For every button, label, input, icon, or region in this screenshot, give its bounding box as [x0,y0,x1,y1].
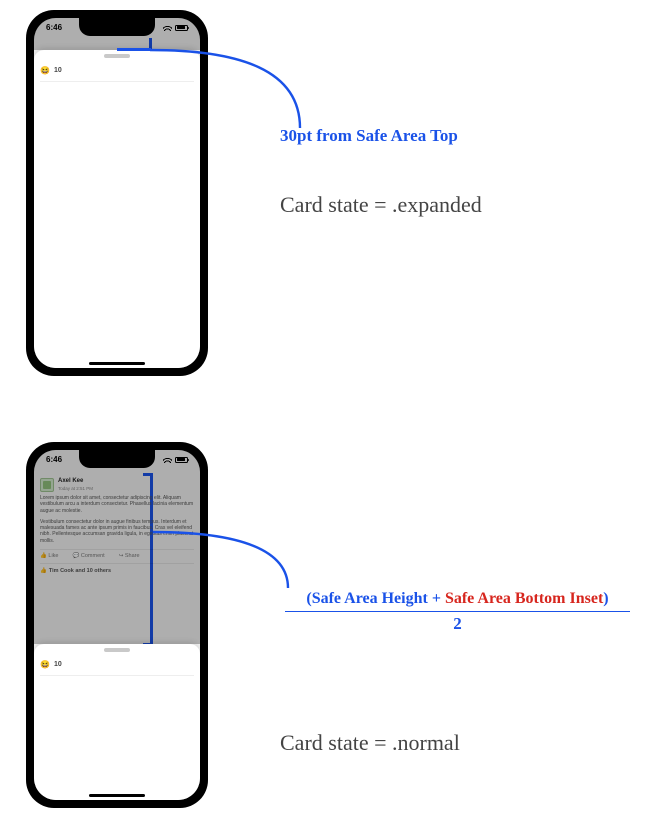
annotation-30pt: 30pt from Safe Area Top [280,126,458,146]
status-time: 6:46 [46,455,62,464]
wifi-icon [163,456,172,463]
status-indicators [163,456,188,463]
laugh-emoji-icon: 😆 [40,66,50,75]
phone-frame: 6:46 Axel Kee Today at 2:51 PM Lorem ips… [26,442,208,808]
annotation-state-normal: Card state = .normal [280,730,460,756]
reaction-row: 😆 10 [40,656,194,676]
notch [79,450,155,468]
dimmed-background [34,450,200,644]
notch [79,18,155,36]
battery-icon [175,457,188,463]
annotation-state-expanded: Card state = .expanded [280,192,482,218]
status-indicators [163,24,188,31]
battery-icon [175,25,188,31]
diagram-normal: 6:46 Axel Kee Today at 2:51 PM Lorem ips… [26,442,208,808]
formula-denominator: 2 [280,614,635,634]
grabber-handle[interactable] [104,54,130,58]
bottom-sheet-card[interactable]: 😆 10 [34,644,200,800]
reaction-count: 10 [54,67,62,74]
diagram-expanded: 6:46 😆 10 [26,10,208,376]
annotation-formula: (Safe Area Height + Safe Area Bottom Ins… [280,590,635,634]
bottom-sheet-card[interactable]: 😆 10 [34,50,200,368]
phone-frame: 6:46 😆 10 [26,10,208,376]
home-indicator [89,362,145,365]
measurement-line-horizontal [117,48,151,51]
laugh-emoji-icon: 😆 [40,660,50,669]
phone-screen: 6:46 Axel Kee Today at 2:51 PM Lorem ips… [34,450,200,800]
wifi-icon [163,24,172,31]
reaction-count: 10 [54,661,62,668]
home-indicator [89,794,145,797]
fraction-bar [285,611,630,612]
formula-numerator: (Safe Area Height + Safe Area Bottom Ins… [280,590,635,608]
status-time: 6:46 [46,23,62,32]
phone-screen: 6:46 😆 10 [34,18,200,368]
grabber-handle[interactable] [104,648,130,652]
reaction-row: 😆 10 [40,62,194,82]
